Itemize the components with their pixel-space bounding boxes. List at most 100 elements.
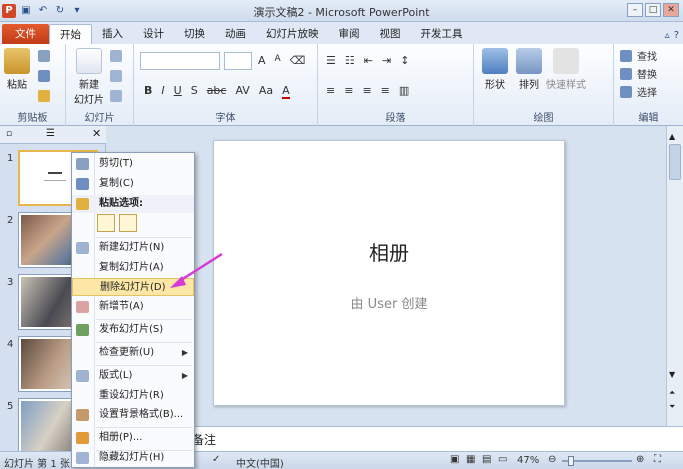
reading-view-icon[interactable]: ▤ xyxy=(482,454,491,465)
justify-icon[interactable]: ≡ xyxy=(381,84,390,97)
zoom-slider-thumb[interactable] xyxy=(568,456,574,466)
menu-item-format-background[interactable]: 设置背景格式(B)... xyxy=(72,406,194,424)
shrink-font-button[interactable]: A xyxy=(275,54,281,67)
quick-styles-button[interactable]: 快速样式 xyxy=(546,48,586,91)
new-slide-button[interactable]: 新建 幻灯片 xyxy=(72,48,106,106)
slide-subtitle[interactable]: 由 User 创建 xyxy=(214,293,564,312)
increase-indent-icon[interactable]: ⇥ xyxy=(382,54,391,67)
cut-button[interactable] xyxy=(38,50,50,62)
select-button[interactable]: 选择 xyxy=(620,84,657,99)
previous-slide-icon[interactable]: ⏶ xyxy=(669,388,675,398)
minimize-button[interactable]: – xyxy=(627,3,643,17)
slide-title[interactable]: 相册 xyxy=(214,237,564,266)
tab-view[interactable]: 视图 xyxy=(370,24,411,44)
scroll-thumb[interactable] xyxy=(669,144,681,180)
arrange-button[interactable]: 排列 xyxy=(514,48,544,91)
paste-button[interactable]: 粘贴 xyxy=(4,48,30,91)
shadow-button[interactable]: S xyxy=(191,84,198,99)
menu-item-layout[interactable]: 版式(L) ▶ xyxy=(72,367,194,385)
change-case-button[interactable]: Aa xyxy=(259,84,273,99)
drawing-group-label: 绘图 xyxy=(533,113,554,124)
menu-item-check-updates[interactable]: 检查更新(U) ▶ xyxy=(72,344,194,362)
copy-icon xyxy=(38,70,50,82)
next-slide-icon[interactable]: ⏷ xyxy=(669,402,675,412)
close-pane-icon[interactable]: ✕ xyxy=(92,127,101,140)
editing-group: 查找 替换 选择 编辑 xyxy=(614,44,683,126)
menu-item-publish-slides[interactable]: 发布幻灯片(S) xyxy=(72,321,194,339)
reset-button[interactable] xyxy=(110,70,122,82)
tab-file[interactable]: 文件 xyxy=(2,24,49,44)
spell-check-icon[interactable]: ✓ xyxy=(212,454,220,465)
language-indicator[interactable]: 中文(中国) xyxy=(236,455,284,469)
decrease-indent-icon[interactable]: ⇤ xyxy=(364,54,373,67)
outline-tab-icon[interactable]: ☰ xyxy=(46,128,55,139)
menu-item-photo-album[interactable]: 相册(P)... xyxy=(72,429,194,447)
current-slide[interactable]: 相册 由 User 创建 xyxy=(213,140,565,406)
tab-home[interactable]: 开始 xyxy=(49,24,92,44)
help-icon[interactable]: ? xyxy=(674,30,679,41)
tab-review[interactable]: 审阅 xyxy=(329,24,370,44)
menu-item-hide-slide[interactable]: 隐藏幻灯片(H) xyxy=(72,449,194,467)
align-left-icon[interactable]: ≡ xyxy=(326,84,335,97)
maximize-button[interactable]: □ xyxy=(645,3,661,17)
pane-tabs: ▫ ☰ ✕ xyxy=(0,126,106,144)
slide-number: 3 xyxy=(7,277,14,288)
paste-picture-icon[interactable] xyxy=(119,214,137,232)
find-button[interactable]: 查找 xyxy=(620,48,657,63)
font-color-button[interactable]: A xyxy=(282,84,290,99)
zoom-out-icon[interactable]: ⊖ xyxy=(548,454,556,465)
italic-button[interactable]: I xyxy=(161,84,164,99)
paste-keep-format-icon[interactable] xyxy=(97,214,115,232)
line-spacing-icon[interactable]: ↕ xyxy=(400,54,409,67)
section-button[interactable] xyxy=(110,90,122,102)
columns-icon[interactable]: ▥ xyxy=(399,84,409,97)
numbering-icon[interactable]: ☷ xyxy=(345,54,355,67)
slide-indicator: 幻灯片 第 1 张 xyxy=(4,459,70,469)
grow-font-button[interactable]: A xyxy=(258,54,266,67)
bold-button[interactable]: B xyxy=(144,84,152,99)
scroll-down-icon[interactable]: ▼ xyxy=(669,370,675,379)
tab-slideshow[interactable]: 幻灯片放映 xyxy=(256,24,329,44)
format-background-icon xyxy=(76,409,89,421)
copy-icon xyxy=(76,178,89,190)
zoom-in-icon[interactable]: ⊕ xyxy=(636,454,644,465)
font-family-select[interactable] xyxy=(140,52,220,70)
notes-placeholder: 备注 xyxy=(192,433,217,447)
align-center-icon[interactable]: ≡ xyxy=(344,84,353,97)
fit-to-window-icon[interactable]: ⛶ xyxy=(654,454,661,465)
clear-format-icon[interactable]: ⌫ xyxy=(290,54,306,67)
vertical-scrollbar[interactable]: ▲ ▼ ⏶ ⏷ xyxy=(666,126,683,426)
layout-button[interactable] xyxy=(110,50,122,62)
underline-button[interactable]: U xyxy=(174,84,182,99)
tab-insert[interactable]: 插入 xyxy=(92,24,133,44)
new-slide-icon xyxy=(76,48,102,74)
font-group-label: 字体 xyxy=(215,113,236,124)
copy-button[interactable] xyxy=(38,70,50,82)
tab-animations[interactable]: 动画 xyxy=(215,24,256,44)
tab-transitions[interactable]: 切换 xyxy=(174,24,215,44)
slide-sorter-icon[interactable]: ▦ xyxy=(466,454,475,465)
format-painter-button[interactable] xyxy=(38,90,50,102)
annotation-arrow xyxy=(170,252,223,288)
scroll-up-icon[interactable]: ▲ xyxy=(669,132,675,141)
strikethrough-button[interactable]: abc xyxy=(207,84,227,99)
normal-view-icon[interactable]: ▣ xyxy=(450,454,459,465)
menu-item-new-section[interactable]: 新增节(A) xyxy=(72,298,194,316)
shapes-button[interactable]: 形状 xyxy=(480,48,510,91)
menu-item-cut[interactable]: 剪切(T) xyxy=(72,155,194,173)
replace-button[interactable]: 替换 xyxy=(620,66,657,81)
align-right-icon[interactable]: ≡ xyxy=(362,84,371,97)
menu-item-reset-slide[interactable]: 重设幻灯片(R) xyxy=(72,387,194,405)
context-menu: 剪切(T) 复制(C) 粘贴选项: 新建幻灯片(N) 复制幻灯片(A) 删除幻灯… xyxy=(71,152,195,468)
tab-design[interactable]: 设计 xyxy=(133,24,174,44)
tab-developer[interactable]: 开发工具 xyxy=(411,24,473,44)
menu-item-copy[interactable]: 复制(C) xyxy=(72,175,194,193)
minimize-ribbon-icon[interactable]: ▵ xyxy=(665,30,670,41)
slides-tab-icon[interactable]: ▫ xyxy=(6,129,12,139)
bullets-icon[interactable]: ☰ xyxy=(326,54,336,67)
font-size-select[interactable] xyxy=(224,52,252,70)
slideshow-view-icon[interactable]: ▭ xyxy=(498,454,507,465)
zoom-level[interactable]: 47% xyxy=(517,455,539,466)
spacing-icon[interactable]: AV xyxy=(235,84,249,99)
close-button[interactable]: ✕ xyxy=(663,3,679,17)
